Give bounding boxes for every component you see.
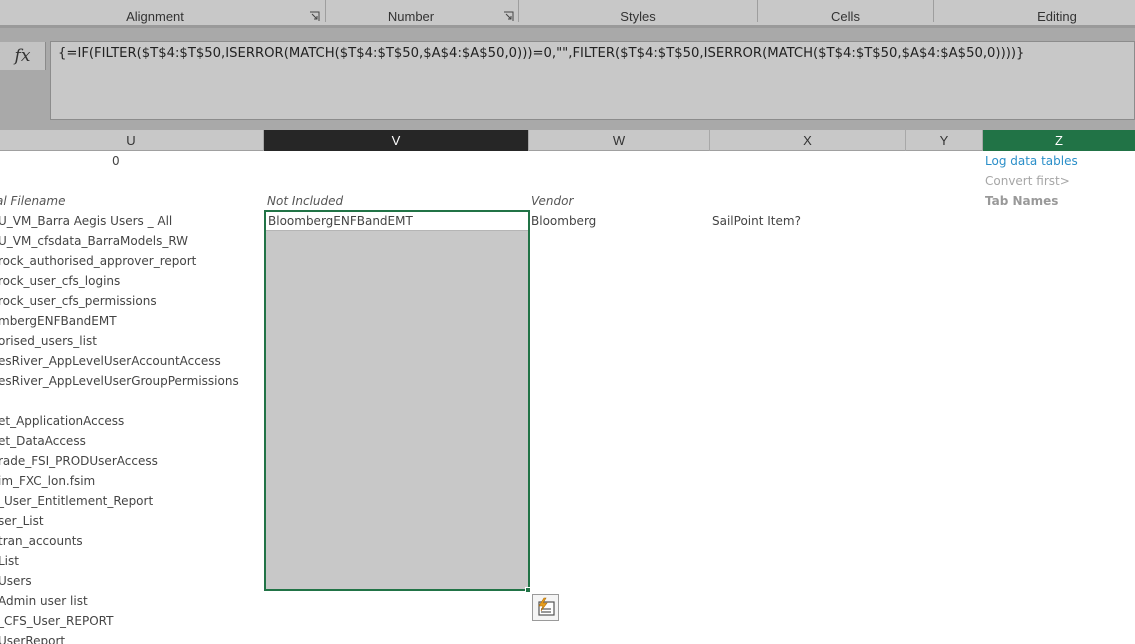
worksheet-grid[interactable]: 0 Log data tables Convert first> Tab Nam… <box>0 151 1135 644</box>
column-header-u[interactable]: U <box>0 130 264 151</box>
not-included-cell[interactable]: BloombergENFBandEMT <box>266 212 528 231</box>
function-icon: fx <box>14 46 31 66</box>
ribbon-group-alignment: Alignment <box>126 9 184 24</box>
quick-analysis-icon <box>537 597 555 616</box>
filename-cell[interactable]: rock_authorised_approver_report <box>0 251 196 271</box>
number-dialog-launcher-icon[interactable] <box>503 11 514 22</box>
ribbon-group-styles: Styles <box>620 9 656 24</box>
sailpoint-item-cell[interactable]: SailPoint Item? <box>712 211 801 231</box>
not-included-header[interactable]: Not Included <box>267 191 343 211</box>
filename-cell[interactable]: et_ApplicationAccess <box>0 411 124 431</box>
filename-cell[interactable]: _User_Entitlement_Report <box>0 491 153 511</box>
column-header-x[interactable]: X <box>710 130 906 151</box>
column-header-w[interactable]: W <box>529 130 710 151</box>
formula-bar: fx {=IF(FILTER($T$4:$T$50,ISERROR(MATCH(… <box>0 28 1135 130</box>
convert-first-cell[interactable]: Convert first> <box>985 171 1070 191</box>
filename-cell[interactable]: esRiver_AppLevelUserGroupPermissions <box>0 371 239 391</box>
quick-analysis-button[interactable] <box>532 594 559 621</box>
ribbon-group-labels: Alignment Number Styles Cells Editing <box>0 0 1135 28</box>
filename-cell[interactable]: UserReport <box>0 631 65 644</box>
alignment-dialog-launcher-icon[interactable] <box>309 11 320 22</box>
filename-cell[interactable]: rade_FSI_PRODUserAccess <box>0 451 158 471</box>
filename-cell[interactable]: rock_user_cfs_permissions <box>0 291 157 311</box>
formula-input[interactable]: {=IF(FILTER($T$4:$T$50,ISERROR(MATCH($T$… <box>50 41 1135 120</box>
insert-function-button[interactable]: fx <box>0 42 46 70</box>
filename-cell[interactable]: im_FXC_lon.fsim <box>0 471 95 491</box>
ribbon-group-number: Number <box>387 9 435 24</box>
filename-cell[interactable]: mbergENFBandEMT <box>0 311 117 331</box>
filename-cell[interactable]: _CFS_User_REPORT <box>0 611 113 631</box>
filename-cell[interactable]: et_DataAccess <box>0 431 86 451</box>
column-header-v[interactable]: V <box>264 130 529 151</box>
filename-cell[interactable]: List <box>0 551 19 571</box>
filename-cell[interactable]: Users <box>0 571 32 591</box>
column-header-y[interactable]: Y <box>906 130 983 151</box>
fill-handle[interactable] <box>525 587 531 593</box>
filename-cell[interactable]: tran_accounts <box>0 531 83 551</box>
filename-cell[interactable]: Admin user list <box>0 591 88 611</box>
filename-cell[interactable]: ser_List <box>0 511 44 531</box>
filename-cell[interactable]: U_VM_cfsdata_BarraModels_RW <box>0 231 188 251</box>
ribbon-group-cells: Cells <box>831 9 860 24</box>
column-header-row: U V W X Y Z <box>0 130 1135 151</box>
log-data-tables-link[interactable]: Log data tables <box>985 151 1078 171</box>
cell-u-value[interactable]: 0 <box>112 151 120 171</box>
filename-cell[interactable]: rock_user_cfs_logins <box>0 271 120 291</box>
selected-range[interactable]: BloombergENFBandEMT <box>264 210 530 591</box>
filename-cell[interactable]: esRiver_AppLevelUserAccountAccess <box>0 351 221 371</box>
vendor-cell[interactable]: Bloomberg <box>531 211 596 231</box>
tab-names-cell[interactable]: Tab Names <box>985 191 1058 211</box>
filename-cell[interactable]: orised_users_list <box>0 331 97 351</box>
filename-header[interactable]: al Filename <box>0 191 66 211</box>
vendor-header[interactable]: Vendor <box>531 191 573 211</box>
ribbon-group-editing: Editing <box>1037 9 1077 24</box>
column-header-z[interactable]: Z <box>983 130 1135 151</box>
filename-cell[interactable]: U_VM_Barra Aegis Users _ All <box>0 211 172 231</box>
